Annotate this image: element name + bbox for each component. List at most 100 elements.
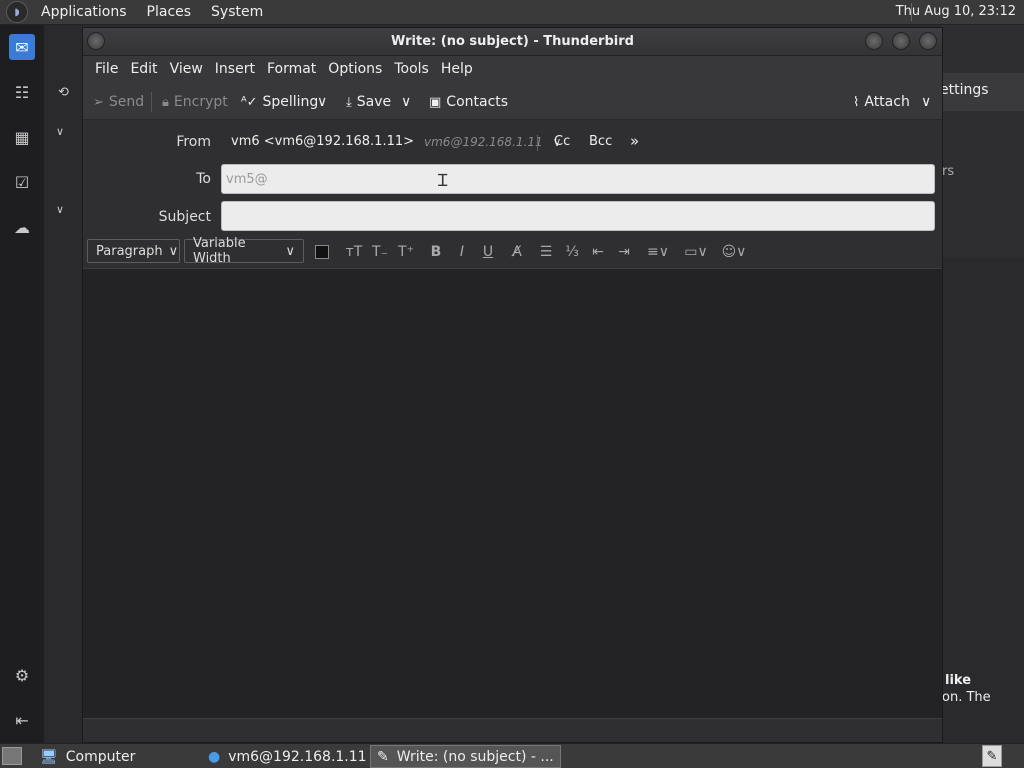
font-select[interactable]: Variable Width ∨ — [184, 236, 304, 266]
bold-icon[interactable]: B — [426, 242, 446, 262]
task-compose-label: Write: (no subject) - ... — [396, 748, 554, 765]
to-field[interactable]: vm5@ Ɪ — [221, 164, 935, 194]
save-dropdown[interactable]: ∨ — [401, 91, 411, 113]
clock[interactable]: Thu Aug 10, 23:12 — [896, 4, 1016, 19]
menu-file[interactable]: File — [89, 61, 124, 77]
superscript-icon[interactable]: T⁺ — [396, 242, 416, 262]
address-book-icon[interactable]: ☷ — [9, 79, 35, 105]
from-hint: vm6@192.168.1.11 — [424, 134, 543, 149]
send-button[interactable]: ➢ Send — [93, 91, 144, 113]
contacts-label: Contacts — [446, 94, 509, 110]
menu-insert[interactable]: Insert — [209, 61, 261, 77]
contacts-button[interactable]: ▣ Contacts — [429, 91, 508, 113]
bulleted-list-icon[interactable]: ☰ — [536, 242, 556, 262]
distro-logo-icon[interactable]: ◗ — [6, 1, 28, 23]
settings-gear-icon[interactable]: ⚙ — [9, 662, 35, 688]
spelling-label: Spelling — [262, 94, 319, 110]
remove-styles-icon[interactable]: A̸ — [507, 242, 527, 262]
header-separator — [537, 135, 538, 151]
italic-icon[interactable]: I — [452, 242, 472, 262]
maximize-button[interactable] — [892, 32, 910, 50]
format-toolbar: Paragraph ∨ Variable Width ∨ ᴛT T₋ T⁺ B … — [83, 235, 942, 269]
text-cursor-icon: Ɪ — [438, 171, 448, 191]
toolbar-separator — [151, 92, 152, 112]
underline-icon[interactable]: U — [478, 242, 498, 262]
calendar-icon[interactable]: ▦ — [9, 124, 35, 150]
spelling-dropdown[interactable]: ∨ — [317, 91, 327, 113]
compose-toolbar: ➢ Send 🔒︎ Encrypt ᴬ✓ Spelling ∨ ⤓ Save ∨… — [83, 82, 942, 120]
menu-format[interactable]: Format — [261, 61, 322, 77]
window-titlebar[interactable]: Write: (no subject) - Thunderbird — [83, 28, 942, 56]
expand-chevron-icon[interactable]: ∨ — [56, 125, 64, 138]
font-value: Variable Width — [193, 236, 246, 266]
insert-image-dropdown-icon[interactable]: ▭∨ — [681, 242, 711, 262]
menu-view[interactable]: View — [164, 61, 209, 77]
chevron-down-icon: ∨ — [921, 94, 932, 110]
message-body-editor[interactable] — [83, 269, 942, 718]
compose-headers: From vm6 <vm6@192.168.1.11> vm6@192.168.… — [83, 120, 942, 235]
pencil-icon: ✎ — [377, 748, 389, 765]
contacts-icon: ▣ — [429, 94, 442, 110]
task-compose-window[interactable]: ✎ Write: (no subject) - ... — [370, 745, 561, 768]
chevron-down-icon: ∨ — [401, 94, 412, 110]
thunderbird-icon: ● — [208, 748, 221, 765]
save-icon: ⤓ — [346, 94, 352, 110]
encrypt-button[interactable]: 🔒︎ Encrypt — [162, 91, 228, 113]
collapse-spaces-icon[interactable]: ⇤ — [9, 707, 35, 733]
increase-indent-icon[interactable]: ⇥ — [614, 242, 634, 262]
more-headers-icon[interactable]: » — [630, 132, 639, 150]
background-lower-pane: like on. The — [942, 258, 1024, 743]
menu-options[interactable]: Options — [322, 61, 388, 77]
background-settings-text[interactable]: ettings — [940, 82, 989, 98]
bottom-taskbar: 🖥︎ Computer ● vm6@192.168.1.11 - ... ✎ W… — [0, 743, 1024, 768]
system-menu[interactable]: System — [204, 4, 270, 20]
close-button[interactable] — [919, 32, 937, 50]
cc-button[interactable]: Cc — [554, 134, 570, 149]
emoji-dropdown-icon[interactable]: ☺∨ — [719, 242, 749, 262]
save-button[interactable]: ⤓ Save — [346, 91, 391, 113]
encrypt-label: Encrypt — [173, 94, 228, 110]
folder-pane-edge: ⟲ ∨ ∨ — [44, 25, 84, 743]
chevron-down-icon: ∨ — [317, 94, 328, 110]
get-messages-icon[interactable]: ⟲ — [58, 85, 69, 100]
paragraph-format-value: Paragraph — [96, 243, 163, 259]
workspace-switcher-icon[interactable]: ✎ — [982, 745, 1002, 767]
spaces-toolbar: ✉ ☷ ▦ ☑ ☁ ⚙ ⇤ ((•)) — [0, 25, 75, 747]
from-label: From — [176, 134, 211, 150]
decrease-indent-icon[interactable]: ⇤ — [588, 242, 608, 262]
attach-label: Attach — [864, 94, 910, 110]
background-toolbar: ettings — [940, 73, 1024, 111]
minimize-button[interactable] — [865, 32, 883, 50]
applications-menu[interactable]: Applications — [34, 4, 134, 20]
window-menu-button[interactable] — [87, 32, 105, 50]
numbered-list-icon[interactable]: ⅓ — [562, 242, 582, 262]
menu-tools[interactable]: Tools — [388, 61, 435, 77]
compose-statusbar — [83, 718, 942, 742]
mail-space-icon[interactable]: ✉ — [9, 34, 35, 60]
menu-edit[interactable]: Edit — [124, 61, 163, 77]
paragraph-format-select[interactable]: Paragraph ∨ — [87, 239, 180, 263]
alignment-dropdown-icon[interactable]: ≡∨ — [643, 242, 673, 262]
attach-dropdown[interactable]: ∨ — [921, 91, 931, 113]
subject-field[interactable] — [221, 201, 935, 231]
background-text-fragment: rs — [942, 164, 955, 179]
expand-chevron-icon[interactable]: ∨ — [56, 203, 64, 216]
send-label: Send — [108, 94, 145, 110]
from-identity-select[interactable]: vm6 <vm6@192.168.1.11> vm6@192.168.1.11 … — [231, 134, 561, 149]
tasks-icon[interactable]: ☑ — [9, 169, 35, 195]
text-color-icon[interactable] — [312, 242, 332, 262]
chat-icon[interactable]: ☁ — [9, 214, 35, 240]
font-size-smaller-icon[interactable]: ᴛT — [344, 242, 364, 262]
from-value: vm6 <vm6@192.168.1.11> — [231, 134, 415, 149]
background-mail-pane: ettings rs like on. The — [940, 25, 1024, 743]
show-desktop-icon[interactable] — [2, 747, 22, 765]
task-computer[interactable]: 🖥︎ Computer — [34, 745, 141, 768]
menu-help[interactable]: Help — [435, 61, 479, 77]
places-menu[interactable]: Places — [140, 4, 199, 20]
computer-icon: 🖥︎ — [40, 748, 58, 765]
subscript-icon[interactable]: T₋ — [370, 242, 390, 262]
attach-button[interactable]: ⌇ Attach — [853, 91, 910, 113]
spelling-button[interactable]: ᴬ✓ Spelling — [241, 91, 318, 113]
chevron-down-icon: ∨ — [285, 243, 295, 259]
bcc-button[interactable]: Bcc — [589, 134, 612, 149]
